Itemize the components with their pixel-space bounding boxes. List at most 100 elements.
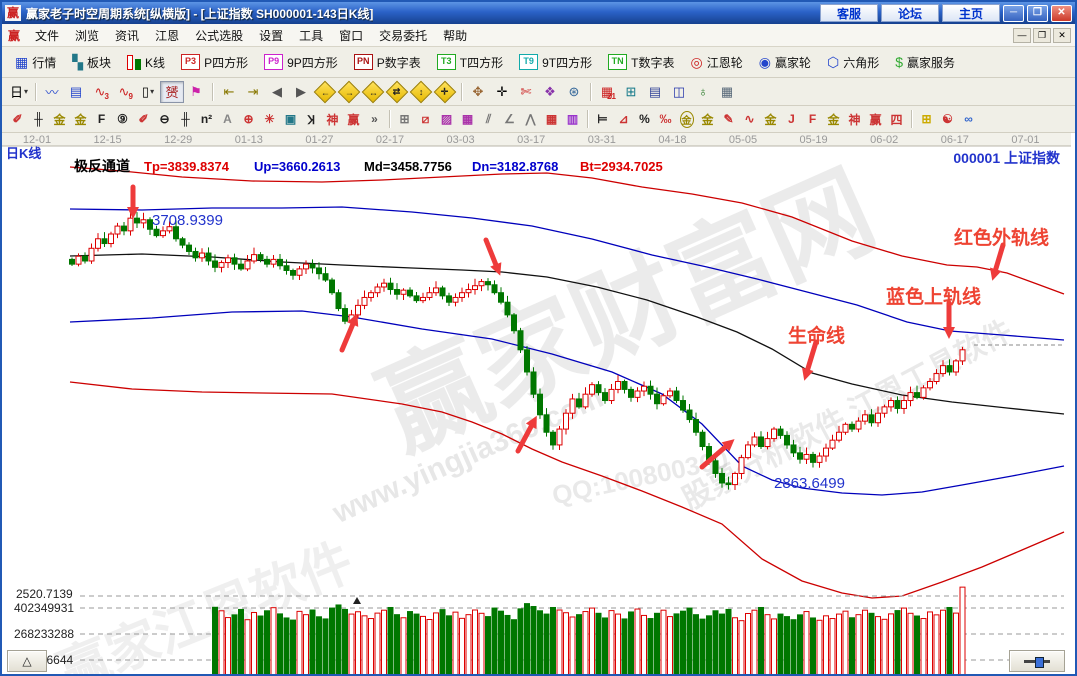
tool-shift-right[interactable]: →	[337, 80, 361, 103]
tool-win-ruler[interactable]: 赢	[343, 109, 364, 129]
tool-tick-ruler[interactable]: ╫	[175, 109, 196, 129]
tool-web-grid[interactable]: ✳	[259, 109, 280, 129]
tool-next-page[interactable]: ▶	[289, 81, 313, 103]
homepage-button[interactable]: 主页	[942, 4, 1000, 22]
tool-yellow-grid[interactable]: ⊞	[916, 109, 937, 129]
tool-gold-angle[interactable]: 金	[760, 109, 781, 129]
tool-taichi[interactable]: ☯	[937, 109, 958, 129]
tool-f-angle[interactable]: F	[802, 109, 823, 129]
tool-calculator[interactable]: ⊞	[619, 81, 643, 103]
tool-draw-pen[interactable]: ✐	[7, 109, 28, 129]
child-restore-button[interactable]: ❐	[1033, 27, 1051, 43]
tool-red-grid[interactable]: ▦	[541, 109, 562, 129]
tool-ruler[interactable]: ╫	[28, 109, 49, 129]
tool-net-save[interactable]: ♁	[691, 81, 715, 103]
tool-percent-angle[interactable]: ⊿	[613, 109, 634, 129]
tool-permille-tool[interactable]: ‰	[655, 109, 676, 129]
tool-last-page[interactable]: ⇥	[241, 81, 265, 103]
toolbar-button-gann-wheel[interactable]: ◎ 江恩轮	[682, 51, 750, 74]
tool-expand-vertical[interactable]: ↕	[409, 80, 433, 103]
tool-gold-levels[interactable]: 金	[697, 109, 718, 129]
tool-gold-circle[interactable]: 金	[676, 109, 697, 129]
tool-web-box[interactable]: ▣	[280, 109, 301, 129]
menu-item-8[interactable]: 交易委托	[371, 27, 435, 45]
tool-wave-3[interactable]: ∿ 3	[88, 81, 112, 103]
tool-crosshair[interactable]: ✛	[490, 81, 514, 103]
menu-item-9[interactable]: 帮助	[435, 27, 475, 45]
toolbar-button-hexagon[interactable]: ⬡ 六角形	[819, 51, 887, 74]
tool-calendar[interactable]: ▦ 21	[595, 81, 619, 103]
toolbar-button-p-number-table[interactable]: PN P数字表	[346, 51, 429, 74]
tool-pattern-tool[interactable]: ❖	[538, 81, 562, 103]
tool-save[interactable]: ◫	[667, 81, 691, 103]
toolbar-button-t-square[interactable]: T3 T四方形	[429, 51, 511, 74]
tool-shen-ruler[interactable]: 神	[322, 109, 343, 129]
menu-item-7[interactable]: 窗口	[331, 27, 371, 45]
tool-notepad[interactable]: ▤	[643, 81, 667, 103]
tool-a-mirror[interactable]: A	[217, 109, 238, 129]
tool-shift-left[interactable]: ←	[313, 80, 337, 103]
tool-purple-grid[interactable]: ▥	[562, 109, 583, 129]
customer-service-button[interactable]: 客服	[820, 4, 878, 22]
tool-period-day-dropdown[interactable]: 日 ▾	[7, 81, 31, 103]
tool-gold-angle-2[interactable]: 金	[823, 109, 844, 129]
tool-shen-angle[interactable]: 神	[844, 109, 865, 129]
toolbar-button-t-number-table[interactable]: TN T数字表	[600, 51, 682, 74]
tool-k-marks[interactable]: Ʞ	[301, 109, 322, 129]
tool-f-ruler[interactable]: F	[91, 109, 112, 129]
zoom-slider-button[interactable]	[1009, 650, 1065, 672]
child-close-button[interactable]: ✕	[1053, 27, 1071, 43]
tool-report-view[interactable]: ▤	[64, 81, 88, 103]
tool-pan-hand[interactable]: ✥	[466, 81, 490, 103]
tool-candle-style-dropdown[interactable]: ▯ ▾	[136, 81, 160, 103]
tool-expand-all[interactable]: ✛	[433, 80, 457, 103]
tool-wave-tool[interactable]: ∿	[739, 109, 760, 129]
forum-button[interactable]: 论坛	[881, 4, 939, 22]
tool-fan-lines[interactable]: ⧄	[415, 109, 436, 129]
tool-compress-horizontal[interactable]: ⇄	[385, 80, 409, 103]
child-minimize-button[interactable]: —	[1013, 27, 1031, 43]
menu-item-0[interactable]: 文件	[27, 27, 67, 45]
tool-gold-ruler-1[interactable]: 金	[49, 109, 70, 129]
tool-circle-ruler[interactable]: ⊖	[154, 109, 175, 129]
menu-item-5[interactable]: 设置	[251, 27, 291, 45]
menu-item-6[interactable]: 工具	[291, 27, 331, 45]
tool-percent-tool[interactable]: %	[634, 109, 655, 129]
tool-yun-indicator[interactable]: 赟	[160, 80, 184, 103]
toolbar-button-9p-square[interactable]: P9 9P四方形	[256, 51, 346, 74]
toolbar-button-kline-chart[interactable]: K线	[119, 51, 173, 74]
tool-print[interactable]: ▦	[715, 81, 739, 103]
tool-gann-box[interactable]: ▨	[436, 109, 457, 129]
tool-gold-ruler-2[interactable]: 金	[70, 109, 91, 129]
tool-gann-grid[interactable]: ▦	[457, 109, 478, 129]
tool-j-angle[interactable]: J	[781, 109, 802, 129]
restore-button[interactable]: ❐	[1027, 4, 1048, 22]
tool-win-angle[interactable]: 赢	[865, 109, 886, 129]
tool-prev-page[interactable]: ◀	[265, 81, 289, 103]
tool-zoom-cut[interactable]: ✄	[514, 81, 538, 103]
tool-scale-ruler[interactable]: ⊨	[592, 109, 613, 129]
tool-box-grid[interactable]: ⊞	[394, 109, 415, 129]
tool-more-tools[interactable]: »	[364, 109, 385, 129]
tool-curve-chart[interactable]: 〰	[40, 81, 64, 103]
tool-angle-lines[interactable]: ∠	[499, 109, 520, 129]
menu-item-3[interactable]: 江恩	[147, 27, 187, 45]
tool-four-angle[interactable]: 四	[886, 109, 907, 129]
menu-item-1[interactable]: 浏览	[67, 27, 107, 45]
tool-infinity[interactable]: ∞	[958, 109, 979, 129]
close-button[interactable]: ✕	[1051, 4, 1072, 22]
tool-rocket-ruler[interactable]: ✐	[133, 109, 154, 129]
tool-compass[interactable]: ⊕	[238, 109, 259, 129]
tool-n-squared-ruler[interactable]: n²	[196, 109, 217, 129]
toolbar-button-winner-service[interactable]: $ 赢家服务	[887, 51, 963, 74]
tool-color-ladder[interactable]: ⚑	[184, 81, 208, 103]
toolbar-button-p-square[interactable]: P3 P四方形	[173, 51, 256, 74]
tool-spectacles[interactable]: ⊛	[562, 81, 586, 103]
minimize-button[interactable]: ─	[1003, 4, 1024, 22]
toolbar-button-sectors[interactable]: ▚ 板块	[64, 51, 119, 74]
tool-wave-9[interactable]: ∿ 9	[112, 81, 136, 103]
menu-item-4[interactable]: 公式选股	[187, 27, 251, 45]
tool-pen-mark[interactable]: ✎	[718, 109, 739, 129]
toolbar-button-9t-square[interactable]: T9 9T四方形	[511, 51, 600, 74]
tool-parallel-lines[interactable]: ⫽	[478, 109, 499, 129]
